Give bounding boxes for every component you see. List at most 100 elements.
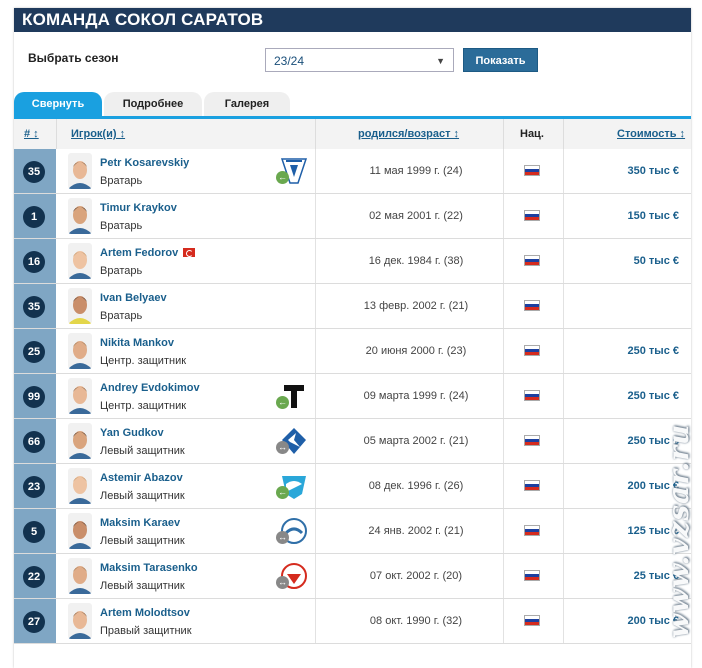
show-button[interactable]: Показать: [463, 48, 538, 72]
birth-date: 08 окт. 1990 г. (32): [369, 615, 463, 627]
player-photo[interactable]: [68, 378, 92, 414]
transfer-in-icon: ←: [276, 396, 289, 409]
birth-date: 13 февр. 2002 г. (21): [363, 300, 469, 312]
col-player-sort[interactable]: Игрок(и) ↕: [71, 119, 125, 149]
market-value-link[interactable]: 150 тыс €: [628, 194, 679, 238]
table-row: 27 Artem Molodtsov Правый защитник 08 ок…: [14, 599, 691, 644]
number-cell: 1: [14, 194, 56, 238]
player-name-link[interactable]: Petr Kosarevskiy: [100, 157, 189, 169]
player-photo[interactable]: [68, 243, 92, 279]
number-cell: 66: [14, 419, 56, 463]
table-row: 16 Artem Fedorov Вратарь 16 дек. 1984 г.…: [14, 239, 691, 284]
player-photo[interactable]: [68, 558, 92, 594]
tab-collapse[interactable]: Свернуть: [14, 92, 102, 116]
birth-date: 24 янв. 2002 г. (21): [368, 525, 464, 537]
tab-details[interactable]: Подробнее: [104, 92, 202, 116]
player-photo[interactable]: [68, 513, 92, 549]
market-value-link[interactable]: 50 тыс €: [634, 239, 679, 283]
shirt-number: 23: [23, 476, 45, 498]
player-name-link[interactable]: Artem Molodtsov: [100, 607, 190, 619]
watermark: www.vzsar.ru: [662, 423, 695, 638]
player-position: Правый защитник: [100, 625, 192, 637]
shirt-number: 25: [23, 341, 45, 363]
player-name-link[interactable]: Yan Gudkov: [100, 427, 164, 439]
market-value-link[interactable]: 350 тыс €: [628, 149, 679, 193]
number-cell: 23: [14, 464, 56, 508]
player-position: Левый защитник: [100, 445, 185, 457]
col-number-sort[interactable]: # ↕: [24, 119, 39, 149]
birth-date: 08 дек. 1996 г. (26): [368, 480, 464, 492]
club-logo-velez-logo[interactable]: ←: [276, 157, 310, 185]
player-name-link[interactable]: Maksim Karaev: [100, 517, 180, 529]
shirt-number: 99: [23, 386, 45, 408]
shirt-number: 66: [23, 431, 45, 453]
club-logo-krylia-logo[interactable]: ↔: [276, 427, 310, 455]
player-name-link[interactable]: Ivan Belyaev: [100, 292, 167, 304]
birth-date: 20 июня 2000 г. (23): [365, 345, 467, 357]
table-row: 1 Timur Kraykov Вратарь 02 мая 2001 г. (…: [14, 194, 691, 239]
season-select-value: 23/24: [274, 54, 305, 68]
russia-flag-icon: [524, 525, 540, 536]
number-cell: 99: [14, 374, 56, 418]
birth-date: 02 мая 2001 г. (22): [369, 210, 463, 222]
club-logo-torpedo-logo[interactable]: ←: [276, 382, 310, 410]
birth-date: 16 дек. 1984 г. (38): [368, 255, 464, 267]
transfer-in-icon: ←: [276, 486, 289, 499]
player-photo[interactable]: [68, 603, 92, 639]
player-position: Левый защитник: [100, 490, 185, 502]
table-row: 66 Yan Gudkov Левый защитник ↔ 05 марта …: [14, 419, 691, 464]
player-photo[interactable]: [68, 468, 92, 504]
transfer-in-icon: ←: [276, 171, 289, 184]
player-name-link[interactable]: Astemir Abazov: [100, 472, 183, 484]
player-photo[interactable]: [68, 288, 92, 324]
shirt-number: 27: [23, 611, 45, 633]
number-cell: 25: [14, 329, 56, 373]
player-name-link[interactable]: Artem Fedorov: [100, 247, 196, 259]
season-select[interactable]: 23/24 ▼: [265, 48, 454, 72]
transfer-loan-icon: ↔: [276, 441, 289, 454]
russia-flag-icon: [524, 480, 540, 491]
russia-flag-icon: [524, 210, 540, 221]
player-position: Центр. защитник: [100, 355, 187, 367]
number-cell: 27: [14, 599, 56, 643]
number-cell: 16: [14, 239, 56, 283]
player-position: Центр. защитник: [100, 400, 187, 412]
player-position: Левый защитник: [100, 580, 185, 592]
squad-panel: КОМАНДА СОКОЛ САРАТОВ Выбрать сезон 23/2…: [14, 8, 691, 668]
player-name-link[interactable]: Nikita Mankov: [100, 337, 174, 349]
player-photo[interactable]: [68, 153, 92, 189]
russia-flag-icon: [524, 570, 540, 581]
russia-flag-icon: [524, 165, 540, 176]
number-cell: 5: [14, 509, 56, 553]
player-photo[interactable]: [68, 198, 92, 234]
club-logo-baltika-logo[interactable]: ↔: [276, 517, 310, 545]
col-born-sort[interactable]: родился/возраст ↕: [358, 119, 459, 149]
club-logo-volna-logo[interactable]: ←: [276, 472, 310, 500]
birth-date: 07 окт. 2002 г. (20): [369, 570, 463, 582]
col-nationality: Нац.: [520, 128, 544, 140]
tab-gallery[interactable]: Галерея: [204, 92, 290, 116]
player-position: Вратарь: [100, 175, 143, 187]
table-row: 35 Petr Kosarevskiy Вратарь ← 11 мая 199…: [14, 149, 691, 194]
table-row: 23 Astemir Abazov Левый защитник ← 08 де…: [14, 464, 691, 509]
number-cell: 22: [14, 554, 56, 598]
player-name-link[interactable]: Andrey Evdokimov: [100, 382, 200, 394]
transfer-loan-icon: ↔: [276, 576, 289, 589]
russia-flag-icon: [524, 255, 540, 266]
player-name-link[interactable]: Maksim Tarasenko: [100, 562, 198, 574]
season-selector-row: Выбрать сезон 23/24 ▼ Показать: [14, 48, 691, 88]
turkey-flag-icon: [183, 248, 196, 257]
col-value-sort[interactable]: Стоимость ↕: [617, 119, 685, 149]
club-logo-spartak-logo[interactable]: ↔: [276, 562, 310, 590]
player-position: Левый защитник: [100, 535, 185, 547]
shirt-number: 1: [23, 206, 45, 228]
russia-flag-icon: [524, 435, 540, 446]
page-title: КОМАНДА СОКОЛ САРАТОВ: [14, 8, 691, 32]
table-row: 5 Maksim Karaev Левый защитник ↔ 24 янв.…: [14, 509, 691, 554]
player-photo[interactable]: [68, 423, 92, 459]
table-row: 25 Nikita Mankov Центр. защитник 20 июня…: [14, 329, 691, 374]
player-name-link[interactable]: Timur Kraykov: [100, 202, 177, 214]
player-photo[interactable]: [68, 333, 92, 369]
view-tabs: Свернуть Подробнее Галерея: [14, 92, 691, 116]
birth-date: 05 марта 2002 г. (21): [363, 435, 469, 447]
